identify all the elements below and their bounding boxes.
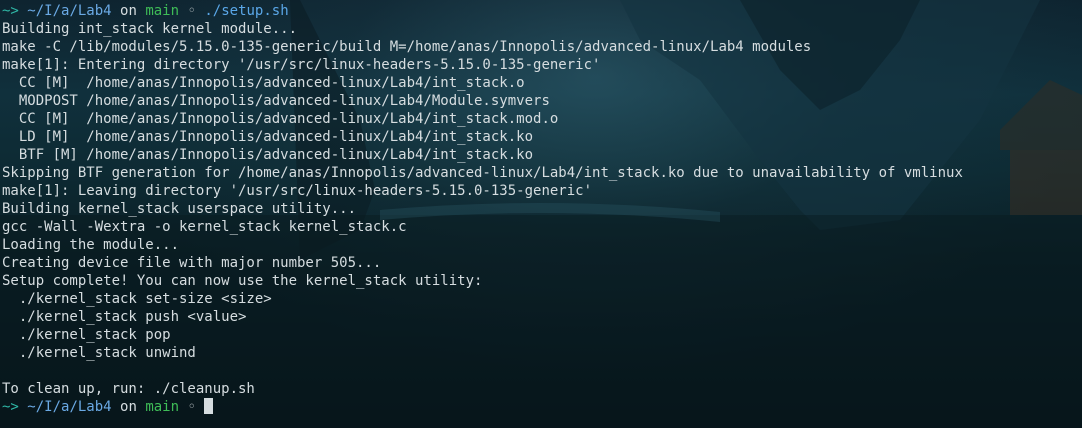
output-line: BTF [M] /home/anas/Innopolis/advanced-li… — [2, 147, 534, 163]
prompt-on: on — [120, 399, 137, 415]
terminal-output[interactable]: ~> ~/I/a/Lab4 on main ◦ ./setup.sh Build… — [2, 2, 1082, 428]
output-line: gcc -Wall -Wextra -o kernel_stack kernel… — [2, 219, 407, 235]
prompt-arrow-icon: ~> — [2, 399, 19, 415]
output-line: ./kernel_stack pop — [2, 327, 171, 343]
prompt-arrow-icon: ~> — [2, 3, 19, 19]
output-line: Skipping BTF generation for /home/anas/I… — [2, 165, 963, 181]
command-text: ./setup.sh — [204, 3, 289, 19]
prompt-path: ~/I/a/Lab4 — [27, 3, 112, 19]
output-line: ./kernel_stack set-size <size> — [2, 291, 272, 307]
output-line: To clean up, run: ./cleanup.sh — [2, 381, 255, 397]
output-line: Setup complete! You can now use the kern… — [2, 273, 483, 289]
git-branch: main — [145, 399, 180, 415]
text-cursor[interactable] — [204, 398, 214, 414]
output-line: Building kernel_stack userspace utility.… — [2, 201, 357, 217]
output-line: Building int_stack kernel module... — [2, 21, 298, 37]
output-line: CC [M] /home/anas/Innopolis/advanced-lin… — [2, 75, 525, 91]
git-branch: main — [145, 3, 180, 19]
prompt-line-active[interactable]: ~> ~/I/a/Lab4 on main ◦ — [2, 398, 1082, 416]
prompt-line: ~> ~/I/a/Lab4 on main ◦ ./setup.sh — [2, 2, 1082, 20]
output-line: make -C /lib/modules/5.15.0-135-generic/… — [2, 39, 812, 55]
prompt-path: ~/I/a/Lab4 — [27, 399, 112, 415]
output-line: Loading the module... — [2, 237, 180, 253]
prompt-on: on — [120, 3, 137, 19]
output-line: make[1]: Leaving directory '/usr/src/lin… — [2, 183, 593, 199]
output-line: Creating device file with major number 5… — [2, 255, 382, 271]
output-line: MODPOST /home/anas/Innopolis/advanced-li… — [2, 93, 550, 109]
git-status-icon: ◦ — [187, 3, 196, 19]
output-line: LD [M] /home/anas/Innopolis/advanced-lin… — [2, 129, 534, 145]
output-line: make[1]: Entering directory '/usr/src/li… — [2, 57, 601, 73]
output-line: ./kernel_stack unwind — [2, 345, 196, 361]
output-line: CC [M] /home/anas/Innopolis/advanced-lin… — [2, 111, 559, 127]
output-line: ./kernel_stack push <value> — [2, 309, 247, 325]
git-status-icon: ◦ — [187, 399, 196, 415]
